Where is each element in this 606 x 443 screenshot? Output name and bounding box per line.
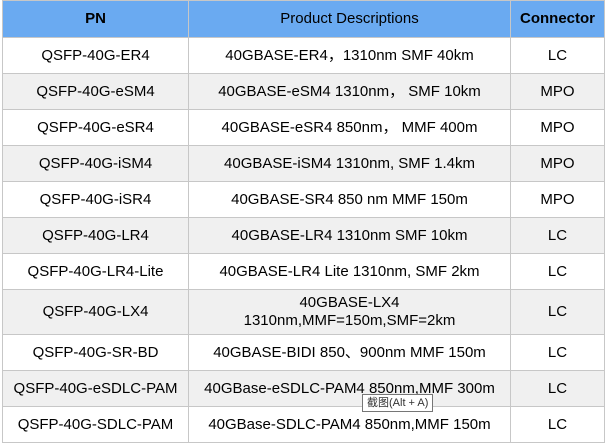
table-row: QSFP-40G-LR4 40GBASE-LR4 1310nm SMF 10km… xyxy=(2,217,605,254)
header-product-descriptions: Product Descriptions xyxy=(188,0,511,38)
header-pn: PN xyxy=(2,0,189,38)
cell-description: 40GBase-eSDLC-PAM4 850nm,MMF 300m xyxy=(188,370,511,407)
cell-connector: MPO xyxy=(510,109,605,146)
cell-description-line1: 40GBASE-LX4 xyxy=(299,294,400,311)
cell-connector: LC xyxy=(510,370,605,407)
cell-connector: LC xyxy=(510,289,605,335)
cell-description: 40GBase-SDLC-PAM4 850nm,MMF 150m xyxy=(188,406,511,443)
cell-pn: QSFP-40G-eSDLC-PAM xyxy=(2,370,189,407)
product-table: PN Product Descriptions Connector QSFP-4… xyxy=(2,0,605,443)
cell-connector: LC xyxy=(510,406,605,443)
cell-pn: QSFP-40G-LR4-Lite xyxy=(2,253,189,290)
cell-connector: LC xyxy=(510,37,605,74)
table-row: QSFP-40G-iSR4 40GBASE-SR4 850 nm MMF 150… xyxy=(2,181,605,218)
cell-description: 40GBASE-SR4 850 nm MMF 150m xyxy=(188,181,511,218)
table-row: QSFP-40G-SR-BD 40GBASE-BIDI 850、900nm MM… xyxy=(2,334,605,371)
table-row: QSFP-40G-LX4 40GBASE-LX4 1310nm,MMF=150m… xyxy=(2,289,605,335)
cell-description: 40GBASE-eSR4 850nm， MMF 400m xyxy=(188,109,511,146)
cell-description-line2: 1310nm,MMF=150m,SMF=2km xyxy=(243,312,456,329)
cell-description: 40GBASE-LR4 1310nm SMF 10km xyxy=(188,217,511,254)
cell-pn: QSFP-40G-iSR4 xyxy=(2,181,189,218)
cell-description: 40GBASE-iSM4 1310nm, SMF 1.4km xyxy=(188,145,511,182)
cell-pn: QSFP-40G-SR-BD xyxy=(2,334,189,371)
table-row: QSFP-40G-SDLC-PAM 40GBase-SDLC-PAM4 850n… xyxy=(2,406,605,443)
cell-description: 40GBASE-LR4 Lite 1310nm, SMF 2km xyxy=(188,253,511,290)
header-connector: Connector xyxy=(510,0,605,38)
cell-pn: QSFP-40G-LR4 xyxy=(2,217,189,254)
table-row: QSFP-40G-ER4 40GBASE-ER4，1310nm SMF 40km… xyxy=(2,37,605,74)
cell-connector: LC xyxy=(510,253,605,290)
cell-connector: MPO xyxy=(510,73,605,110)
table-row: QSFP-40G-eSR4 40GBASE-eSR4 850nm， MMF 40… xyxy=(2,109,605,146)
cell-pn: QSFP-40G-SDLC-PAM xyxy=(2,406,189,443)
cell-connector: LC xyxy=(510,217,605,254)
cell-description: 40GBASE-LX4 1310nm,MMF=150m,SMF=2km xyxy=(188,289,511,335)
table-row: QSFP-40G-iSM4 40GBASE-iSM4 1310nm, SMF 1… xyxy=(2,145,605,182)
cell-description: 40GBASE-BIDI 850、900nm MMF 150m xyxy=(188,334,511,371)
cell-pn: QSFP-40G-LX4 xyxy=(2,289,189,335)
screenshot-tooltip: 截图(Alt + A) xyxy=(362,394,434,412)
cell-connector: MPO xyxy=(510,181,605,218)
table-header-row: PN Product Descriptions Connector xyxy=(2,0,605,38)
cell-pn: QSFP-40G-ER4 xyxy=(2,37,189,74)
cell-description: 40GBASE-ER4，1310nm SMF 40km xyxy=(188,37,511,74)
table-row: QSFP-40G-eSDLC-PAM 40GBase-eSDLC-PAM4 85… xyxy=(2,370,605,407)
cell-pn: QSFP-40G-eSR4 xyxy=(2,109,189,146)
cell-connector: LC xyxy=(510,334,605,371)
cell-connector: MPO xyxy=(510,145,605,182)
cell-pn: QSFP-40G-iSM4 xyxy=(2,145,189,182)
table-row: QSFP-40G-eSM4 40GBASE-eSM4 1310nm， SMF 1… xyxy=(2,73,605,110)
table-row: QSFP-40G-LR4-Lite 40GBASE-LR4 Lite 1310n… xyxy=(2,253,605,290)
cell-pn: QSFP-40G-eSM4 xyxy=(2,73,189,110)
cell-description: 40GBASE-eSM4 1310nm， SMF 10km xyxy=(188,73,511,110)
